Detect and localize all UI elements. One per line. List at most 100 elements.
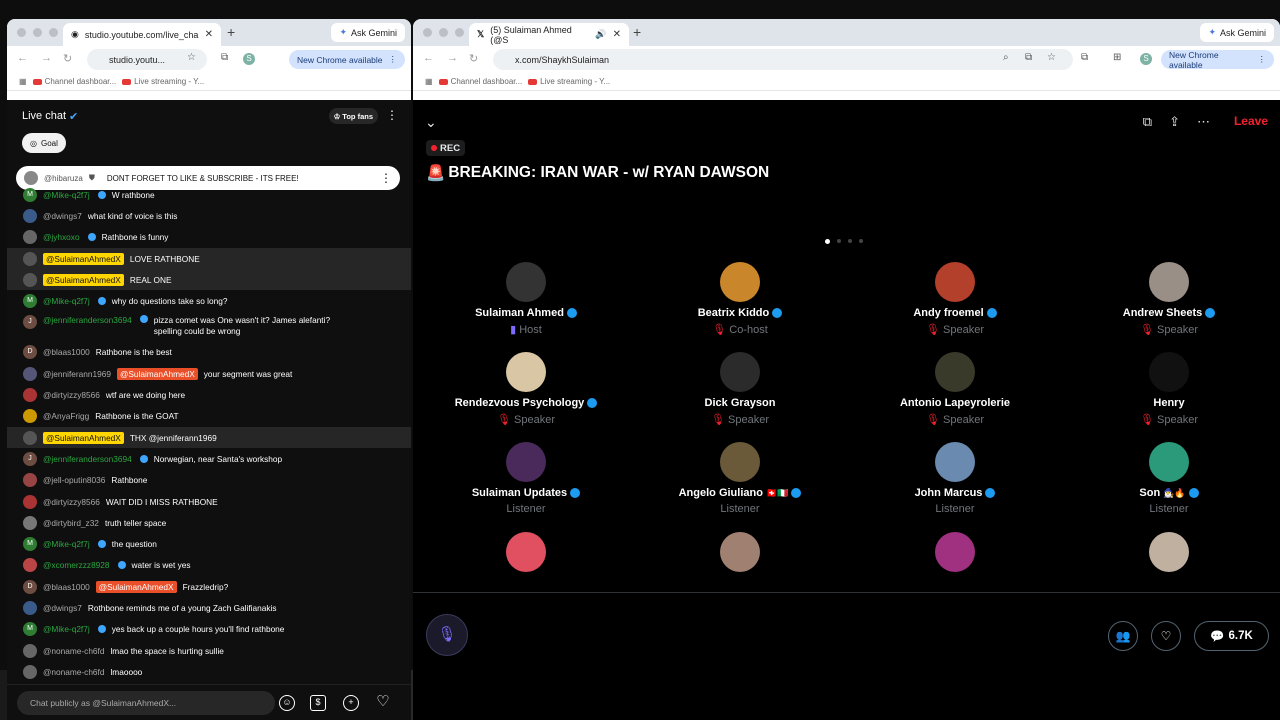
message-author[interactable]: @dwings7	[43, 211, 82, 221]
back-icon[interactable]: ←	[423, 52, 434, 64]
chat-message[interactable]: @dirtyizzy8566 wtf are we doing here	[7, 384, 411, 405]
bookmark-channel-dashboard[interactable]: Channel dashboar...	[438, 77, 522, 86]
chat-message[interactable]: @dirtybird_z32 truth teller space	[7, 512, 411, 533]
mic-icon[interactable]: 🎙	[426, 614, 468, 656]
goal-chip[interactable]: ◎ Goal	[22, 133, 66, 153]
emoji-icon[interactable]: ☺	[279, 695, 295, 711]
participant[interactable]: Dick Grayson 🎙 Speaker	[635, 352, 845, 426]
add-icon[interactable]: +	[343, 695, 359, 711]
apps-grid-icon[interactable]: ▦	[19, 77, 27, 86]
new-tab-button[interactable]: +	[227, 24, 235, 40]
zoom-icon[interactable]: ⌕	[1003, 52, 1009, 63]
share-icon[interactable]: ⇪	[1169, 114, 1180, 130]
audio-icon[interactable]: 🔊	[595, 29, 606, 40]
chat-message[interactable]: @SulaimanAhmedX THX @jenniferann1969	[7, 426, 411, 449]
message-author[interactable]: @jenniferann1969	[43, 369, 111, 379]
participant[interactable]: Beatrix Kiddo 🎙 Co-host	[635, 262, 845, 336]
super-chat-icon[interactable]: $	[310, 695, 326, 711]
chat-message[interactable]: @dwings7 what kind of voice is this	[7, 205, 411, 226]
chat-input[interactable]: Chat publicly as @SulaimanAhmedX...	[17, 691, 275, 715]
forward-icon[interactable]: →	[41, 52, 52, 64]
message-author[interactable]: @blaas1000	[43, 347, 90, 357]
profile-avatar[interactable]: S	[243, 53, 255, 65]
participant[interactable]: Andy froemel 🎙 Speaker	[850, 262, 1060, 336]
message-author[interactable]: @dirtyizzy8566	[43, 390, 100, 400]
address-bar[interactable]: x.com/ShaykhSulaiman	[493, 49, 1073, 70]
chat-message[interactable]: @jell-oputin8036 Rathbone	[7, 470, 411, 491]
participant[interactable]: Son 🧙‍♂️🔥 Listener	[1064, 442, 1274, 515]
top-fans-button[interactable]: ♔ Top fans	[328, 108, 378, 124]
close-tab-icon[interactable]: ✕	[205, 29, 213, 40]
chat-message[interactable]: D @blaas1000 @SulaimanAhmedX Frazzledrip?	[7, 576, 411, 597]
message-author[interactable]: @AnyaFrigg	[43, 411, 89, 421]
profile-avatar[interactable]: S	[1140, 53, 1152, 65]
reload-icon[interactable]: ↻	[63, 52, 72, 65]
chat-message[interactable]: @SulaimanAhmedX REAL ONE	[7, 269, 411, 291]
extension-icon[interactable]: ⧉	[1081, 52, 1088, 63]
message-author[interactable]: @Mike-q2f7j	[43, 624, 90, 634]
chat-message[interactable]: @SulaimanAhmedX LOVE RATHBONE	[7, 247, 411, 270]
message-author[interactable]: @xcomerzzz8928	[43, 560, 110, 570]
participant[interactable]	[635, 532, 845, 572]
message-author[interactable]: @jenniferanderson3694	[43, 454, 132, 464]
chat-message[interactable]: J @jenniferanderson3694 Norwegian, near Sa…	[7, 448, 411, 469]
tab-x-sulaiman[interactable]: 𝕏 (5) Sulaiman Ahmed (@S 🔊 ✕	[469, 23, 629, 46]
message-author[interactable]: @blaas1000	[43, 582, 90, 592]
tab-search-icon[interactable]: ⊞	[1113, 52, 1121, 63]
chat-message[interactable]: M @Mike-q2f7j W rathbone	[7, 184, 411, 205]
chat-message[interactable]: D @blaas1000 Rathbone is the best	[7, 342, 411, 363]
message-author[interactable]: @jyhxoxo	[43, 232, 80, 242]
forward-icon[interactable]: →	[447, 52, 458, 64]
mention-chip[interactable]: @SulaimanAhmedX	[116, 367, 198, 380]
participant[interactable]	[421, 532, 631, 572]
ask-gemini-button[interactable]: ✦ Ask Gemini	[1200, 23, 1274, 42]
participant[interactable]: Antonio Lapeyrolerie 🎙 Speaker	[850, 352, 1060, 426]
heart-react-icon[interactable]: ♡	[1151, 621, 1181, 651]
mention-chip[interactable]: @SulaimanAhmedX	[95, 580, 177, 593]
chat-message[interactable]: @jenniferann1969 @SulaimanAhmedX your segm…	[7, 363, 411, 384]
message-author[interactable]: @dwings7	[43, 603, 82, 613]
close-tab-icon[interactable]: ✕	[613, 29, 621, 40]
participant[interactable]: Sulaiman Updates Listener	[421, 442, 631, 515]
extension-icon[interactable]: ⧉	[221, 52, 228, 63]
chat-message[interactable]: M @Mike-q2f7j why do questions take so lon…	[7, 290, 411, 311]
window-controls[interactable]	[17, 28, 58, 37]
chat-message[interactable]: @jyhxoxo Rathbone is funny	[7, 227, 411, 248]
ask-gemini-button[interactable]: ✦ Ask Gemini	[331, 23, 405, 42]
leave-button[interactable]: Leave	[1234, 114, 1268, 128]
message-author[interactable]: @jell-oputin8036	[43, 475, 105, 485]
chat-message[interactable]: @noname-ch6fd lmaoooo	[7, 661, 411, 682]
new-chrome-available-button[interactable]: New Chrome available ⋮	[1161, 50, 1274, 70]
message-author[interactable]: @SulaimanAhmedX	[43, 431, 124, 444]
participant[interactable]: Sulaiman Ahmed ▮ Host	[421, 262, 631, 336]
message-author[interactable]: @Mike-q2f7j	[43, 190, 90, 200]
participant[interactable]	[850, 532, 1060, 572]
new-tab-button[interactable]: +	[633, 24, 641, 40]
message-author[interactable]: @dirtybird_z32	[43, 518, 99, 528]
bookmark-star-icon[interactable]: ☆	[187, 52, 196, 63]
participant[interactable]: Andrew Sheets 🎙 Speaker	[1064, 262, 1274, 336]
message-author[interactable]: @jenniferanderson3694	[43, 315, 132, 325]
participant[interactable]: Rendezvous Psychology 🎙 Speaker	[421, 352, 631, 426]
tab-youtube-studio[interactable]: ◉ studio.youtube.com/live_cha ✕	[63, 23, 221, 46]
chat-message[interactable]: M @Mike-q2f7j yes back up a couple hours y…	[7, 619, 411, 640]
message-author[interactable]: @Mike-q2f7j	[43, 296, 90, 306]
participant[interactable]: John Marcus Listener	[850, 442, 1060, 515]
bookmark-live-streaming[interactable]: Live streaming - Y...	[528, 77, 610, 86]
bookmark-channel-dashboard[interactable]: Channel dashboar...	[32, 77, 116, 86]
participant[interactable]: Henry 🎙 Speaker	[1064, 352, 1274, 426]
message-author[interactable]: @SulaimanAhmedX	[43, 273, 124, 286]
message-author[interactable]: @dirtyizzy8566	[43, 497, 100, 507]
participant[interactable]	[1064, 532, 1274, 572]
install-icon[interactable]: ⧉	[1025, 52, 1032, 63]
people-icon[interactable]: 👥	[1108, 621, 1138, 651]
replies-button[interactable]: 💬 6.7K	[1194, 621, 1269, 651]
heart-icon[interactable]: ♡	[375, 694, 391, 711]
chat-message[interactable]: M @Mike-q2f7j the question	[7, 533, 411, 554]
reload-icon[interactable]: ↻	[469, 52, 478, 65]
message-author[interactable]: @Mike-q2f7j	[43, 539, 90, 549]
chat-message[interactable]: @xcomerzzz8928 water is wet yes	[7, 555, 411, 576]
apps-grid-icon[interactable]: ▦	[425, 77, 433, 86]
participant[interactable]: Angelo Giuliano 🇨🇭🇮🇹 Listener	[635, 442, 845, 515]
bookmark-star-icon[interactable]: ☆	[1047, 52, 1056, 63]
